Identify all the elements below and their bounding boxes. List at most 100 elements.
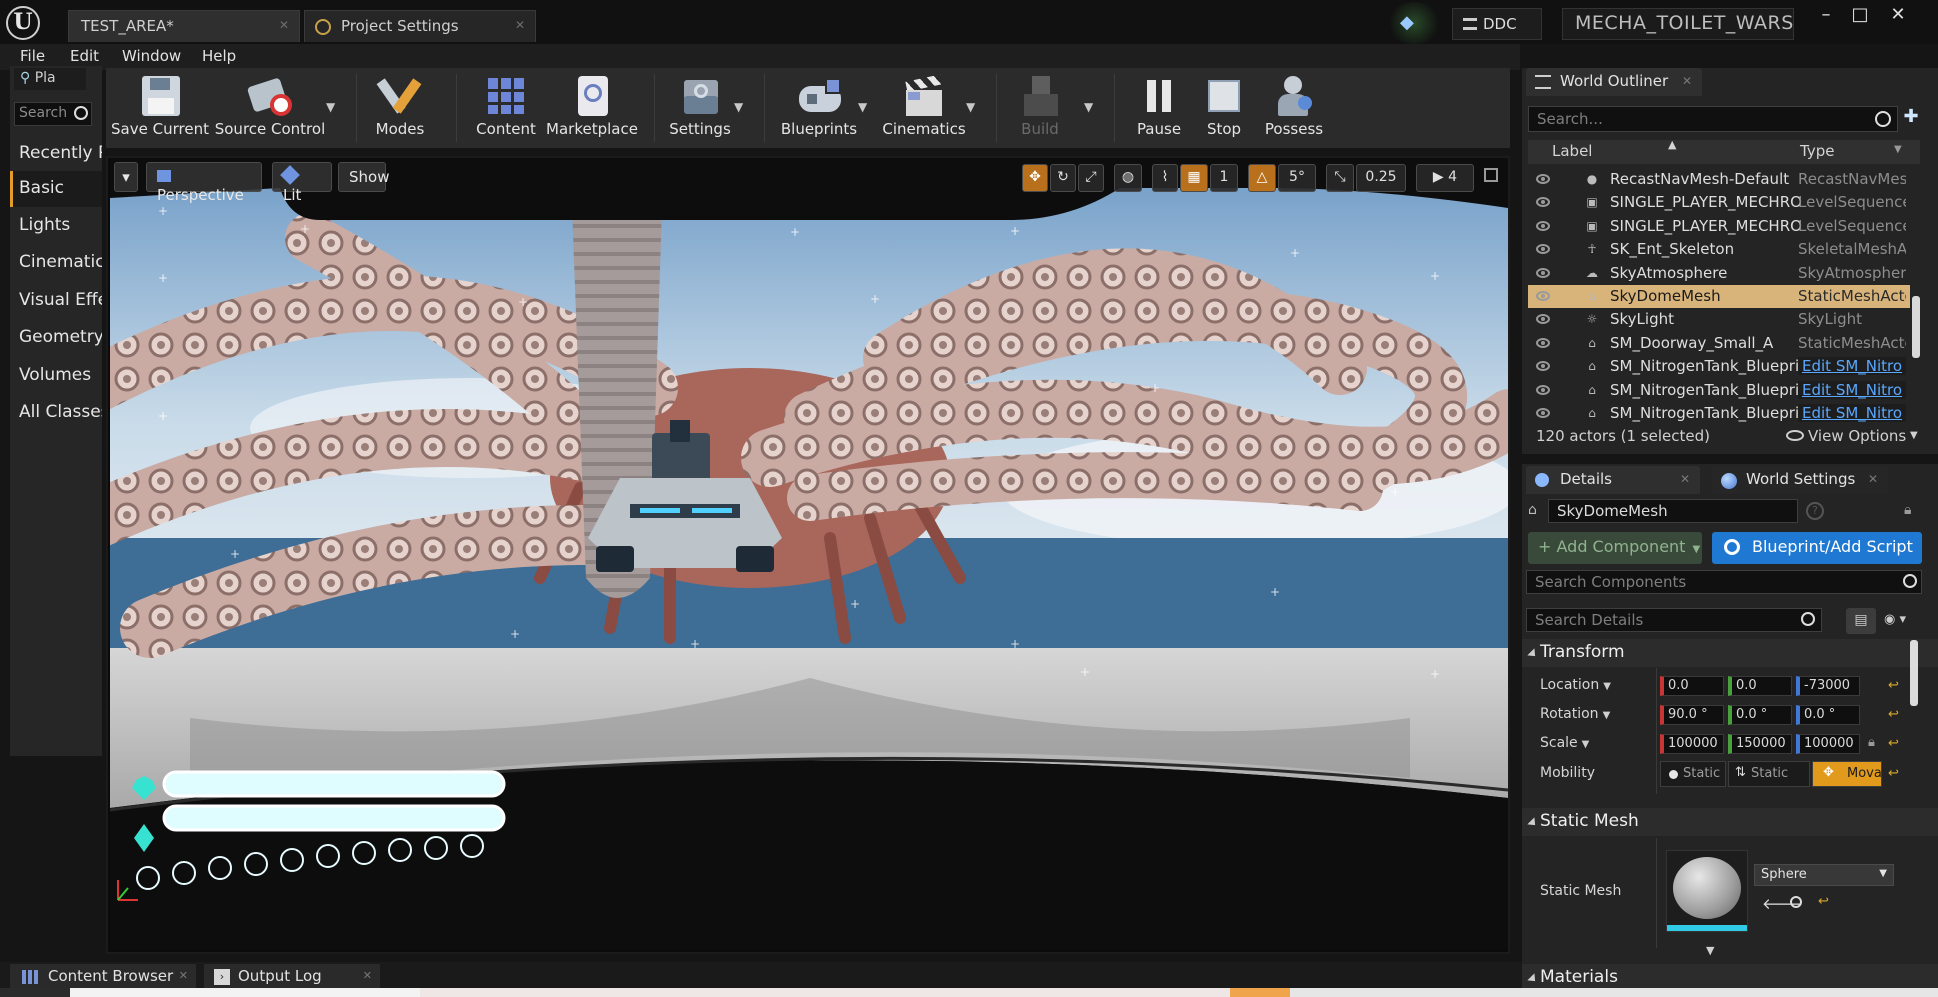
tab-test-area[interactable]: TEST_AREA* ✕ (68, 10, 300, 42)
maximize-viewport-icon[interactable] (1484, 168, 1498, 182)
outliner-row[interactable]: ☥ SK_Ent_Skeleton SkeletalMeshA (1528, 238, 1910, 261)
rotation-snap-value[interactable]: 5° (1278, 164, 1316, 192)
mobility-static-button[interactable]: Static (1660, 761, 1726, 787)
visibility-eye-icon[interactable] (1536, 291, 1550, 301)
marketplace-button[interactable]: Marketplace (546, 74, 638, 138)
menu-window[interactable]: Window (122, 47, 181, 65)
outliner-row[interactable]: ▣ SINGLE_PLAYER_MECHRO LevelSequence (1528, 215, 1910, 238)
menu-help[interactable]: Help (202, 47, 236, 65)
add-component-button[interactable]: + Add Component ▼ (1528, 532, 1702, 564)
mode-category-cinematic[interactable]: Cinematic (10, 245, 102, 281)
search-components-input[interactable]: Search Components (1526, 570, 1922, 594)
menu-edit[interactable]: Edit (70, 47, 99, 65)
mode-category-lights[interactable]: Lights (10, 208, 102, 244)
mode-category-volumes[interactable]: Volumes (10, 358, 102, 394)
pause-button[interactable]: Pause (1130, 74, 1188, 138)
close-tab-icon[interactable]: ✕ (1868, 472, 1878, 486)
rotation-label[interactable]: Rotation ▼ (1540, 706, 1610, 722)
browse-asset-icon[interactable] (1790, 896, 1802, 908)
close-tab-icon[interactable]: ✕ (363, 969, 372, 982)
location-z-field[interactable]: -73000 (1796, 676, 1860, 696)
show-button[interactable]: Show (338, 162, 389, 192)
visibility-eye-icon[interactable] (1536, 337, 1550, 348)
outliner-row[interactable]: ● RecastNavMesh-Default RecastNavMes (1528, 168, 1910, 191)
reset-mobility-icon[interactable]: ↩ (1888, 766, 1899, 781)
close-tab-icon[interactable]: ✕ (279, 18, 289, 32)
help-icon[interactable]: ? (1806, 502, 1824, 520)
outliner-row[interactable]: ⌂ SM_NitrogenTank_Blueprint Edit SM_Nitro (1528, 355, 1910, 378)
reset-location-icon[interactable]: ↩ (1888, 678, 1899, 693)
tab-project-settings[interactable]: Project Settings ✕ (304, 10, 536, 42)
reset-static-mesh-icon[interactable]: ↩ (1818, 894, 1829, 909)
mobility-stationary-button[interactable]: ⇅ Static (1728, 761, 1810, 787)
modes-button[interactable]: Modes (364, 74, 436, 138)
ddc-button[interactable]: DDC (1452, 8, 1542, 40)
sort-ascending-icon[interactable]: ▲ (1668, 138, 1676, 151)
visibility-eye-icon[interactable] (1536, 267, 1550, 278)
mode-category-geometry[interactable]: Geometry (10, 320, 102, 356)
source-control-dropdown-icon[interactable]: ▼ (326, 100, 335, 114)
place-mode-tab[interactable]: ⚲ Pla (14, 68, 86, 90)
output-log-tab[interactable]: › Output Log ✕ (204, 964, 380, 990)
outliner-row[interactable]: ☁ SkyAtmosphere SkyAtmospher (1528, 262, 1910, 285)
rotate-gizmo-button[interactable]: ↻ (1050, 164, 1076, 192)
outliner-row[interactable]: ▣ SINGLE_PLAYER_MECHRO LevelSequence (1528, 191, 1910, 214)
outliner-row[interactable]: ⌂ SkyDomeMesh StaticMeshActo (1528, 285, 1910, 308)
scale-x-field[interactable]: 100000 (1660, 734, 1724, 754)
outliner-row[interactable]: ☼ SkyLight SkyLight (1528, 308, 1910, 331)
close-tab-icon[interactable]: ✕ (179, 969, 188, 982)
lock-scale-icon[interactable]: 🔒︎ (1868, 735, 1875, 750)
translate-gizmo-button[interactable]: ✥ (1022, 164, 1048, 192)
settings-dropdown-icon[interactable]: ▼ (734, 100, 743, 114)
scale-label[interactable]: Scale ▼ (1540, 735, 1589, 751)
blueprints-dropdown-icon[interactable]: ▼ (858, 100, 867, 114)
view-options-button[interactable]: View Options (1808, 427, 1906, 445)
close-window-button[interactable]: ✕ (1880, 4, 1916, 34)
visibility-eye-icon[interactable] (1536, 384, 1550, 395)
minimize-button[interactable]: – (1808, 4, 1844, 34)
rotation-snap-button[interactable]: △ (1248, 164, 1276, 192)
mode-category-basic[interactable]: Basic (10, 171, 102, 207)
settings-button[interactable]: Settings (664, 74, 736, 138)
property-matrix-icon[interactable]: ▤ (1846, 608, 1876, 634)
blueprints-button[interactable]: Blueprints (774, 74, 864, 138)
label-column-header[interactable]: Label (1552, 142, 1592, 160)
grid-size-button[interactable]: 1 (1210, 164, 1238, 192)
mobility-movable-button[interactable]: ✥ Movable (1812, 761, 1882, 787)
source-control-status-icon[interactable]: ◆ (1400, 12, 1426, 34)
outliner-row[interactable]: ⌂ SM_NitrogenTank_Blueprint Edit SM_Nitro (1528, 379, 1910, 402)
chevron-down-icon[interactable]: ▼ (1910, 430, 1918, 441)
location-label[interactable]: Location ▼ (1540, 677, 1611, 693)
visibility-eye-icon[interactable] (1536, 314, 1550, 325)
type-column-header[interactable]: Type (1800, 142, 1834, 160)
visibility-eye-icon[interactable] (1536, 220, 1550, 231)
camera-speed-button[interactable]: ▶ 4 (1416, 164, 1474, 192)
source-control-button[interactable]: Source Control (214, 74, 326, 138)
mode-category-all-classes[interactable]: All Classes (10, 395, 102, 431)
perspective-button[interactable]: Perspective (146, 162, 262, 204)
scale-snap-button[interactable]: ⤡ (1326, 164, 1354, 192)
visibility-eye-icon[interactable] (1536, 361, 1550, 372)
menu-file[interactable]: File (20, 47, 45, 65)
cinematics-dropdown-icon[interactable]: ▼ (966, 100, 975, 114)
lit-button[interactable]: Lit (272, 162, 332, 204)
surface-snap-button[interactable]: ⌇ (1152, 164, 1178, 192)
content-browser-tab[interactable]: Content Browser ✕ (10, 964, 196, 990)
location-x-field[interactable]: 0.0 (1660, 676, 1724, 696)
modes-search-input[interactable]: Search (14, 102, 92, 126)
visibility-options-icon[interactable]: ◉ ▾ (1884, 612, 1922, 632)
possess-button[interactable]: Possess (1258, 74, 1330, 138)
grid-snap-button[interactable]: ▦ (1180, 164, 1208, 192)
advanced-expand-icon[interactable]: ▼ (1706, 944, 1714, 957)
world-settings-tab[interactable]: World Settings ✕ (1712, 466, 1888, 494)
blueprint-add-script-button[interactable]: Blueprint/Add Script (1712, 532, 1922, 564)
lock-icon[interactable]: 🔒︎ (1904, 502, 1918, 518)
visibility-eye-icon[interactable] (1536, 197, 1550, 208)
details-scrollbar[interactable] (1910, 640, 1918, 706)
stop-button[interactable]: Stop (1196, 74, 1252, 138)
scale-y-field[interactable]: 150000 (1728, 734, 1792, 754)
rotation-y-field[interactable]: 0.0 ° (1728, 705, 1792, 725)
viewport-options-button[interactable]: ▾ (114, 162, 138, 192)
search-details-input[interactable]: Search Details (1526, 608, 1822, 632)
cinematics-button[interactable]: Cinematics (876, 74, 972, 138)
